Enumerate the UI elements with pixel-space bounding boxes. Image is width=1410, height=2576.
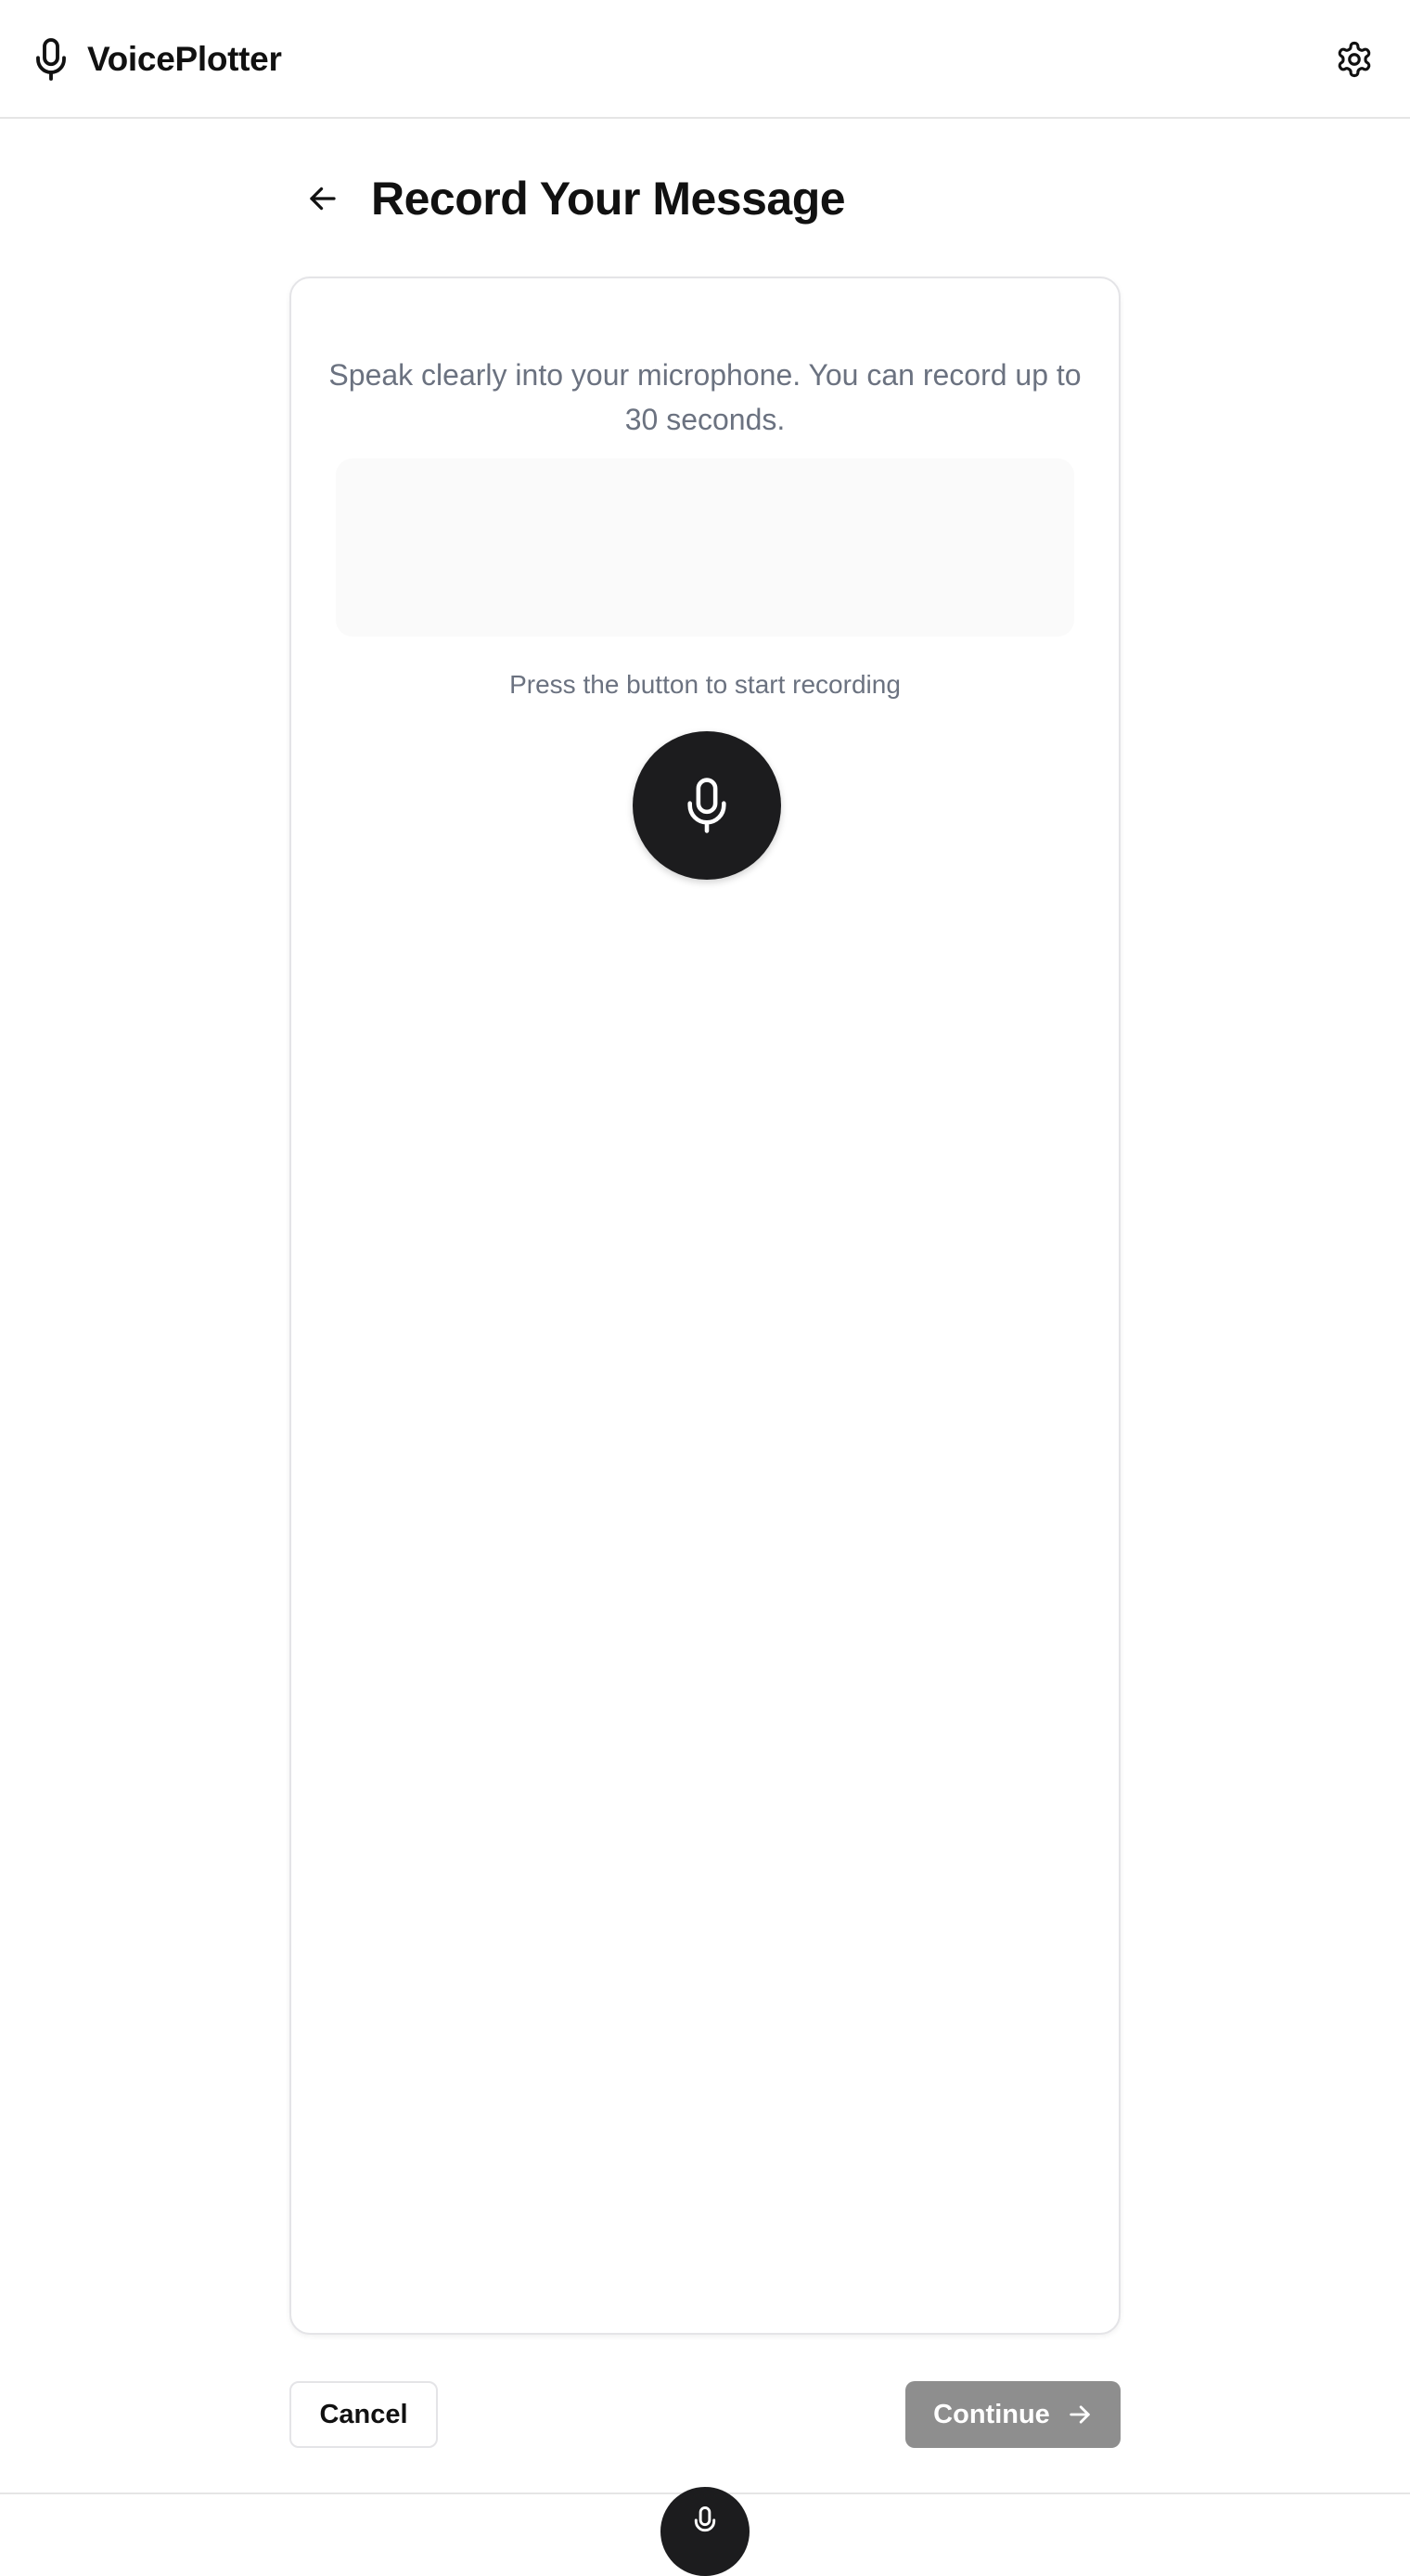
page-heading: Record Your Message [289, 160, 846, 238]
microphone-icon [691, 2505, 719, 2537]
back-button[interactable] [289, 165, 356, 232]
continue-button[interactable]: Continue [905, 2381, 1121, 2448]
recording-instructions: Speak clearly into your microphone. You … [328, 358, 1082, 436]
cancel-button[interactable]: Cancel [289, 2381, 438, 2448]
gear-icon [1335, 40, 1374, 79]
record-card: Speak clearly into your microphone. You … [289, 277, 1121, 2335]
waveform-area [336, 458, 1074, 637]
record-hint: Press the button to start recording [509, 670, 901, 699]
arrow-left-icon [306, 182, 340, 215]
settings-button[interactable] [1327, 32, 1382, 87]
microphone-icon [680, 776, 734, 835]
arrow-right-icon [1067, 2402, 1093, 2428]
record-button[interactable] [633, 731, 781, 880]
page-title: Record Your Message [371, 173, 846, 225]
cancel-label: Cancel [319, 2399, 408, 2429]
app-header: VoicePlotter [0, 0, 1410, 119]
brand[interactable]: VoicePlotter [32, 33, 282, 85]
floating-record-button[interactable] [660, 2487, 750, 2576]
microphone-icon [32, 36, 70, 83]
continue-label: Continue [933, 2399, 1050, 2429]
app-name: VoicePlotter [87, 40, 282, 78]
